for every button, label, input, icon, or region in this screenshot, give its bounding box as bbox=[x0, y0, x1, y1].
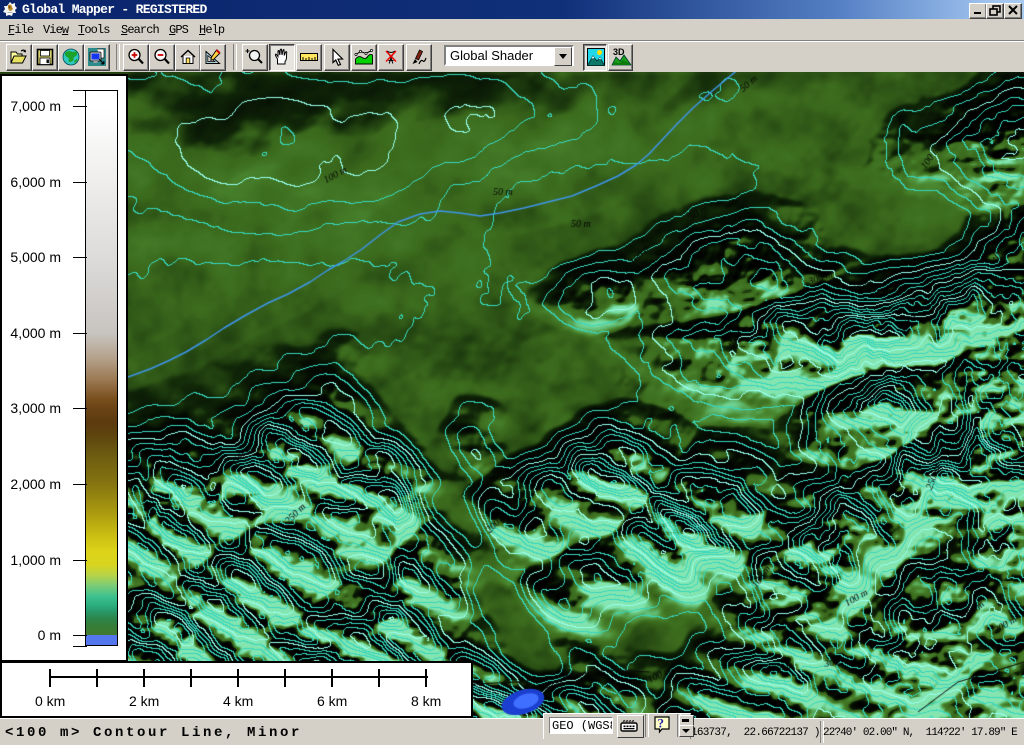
svg-text:?: ? bbox=[658, 716, 665, 731]
